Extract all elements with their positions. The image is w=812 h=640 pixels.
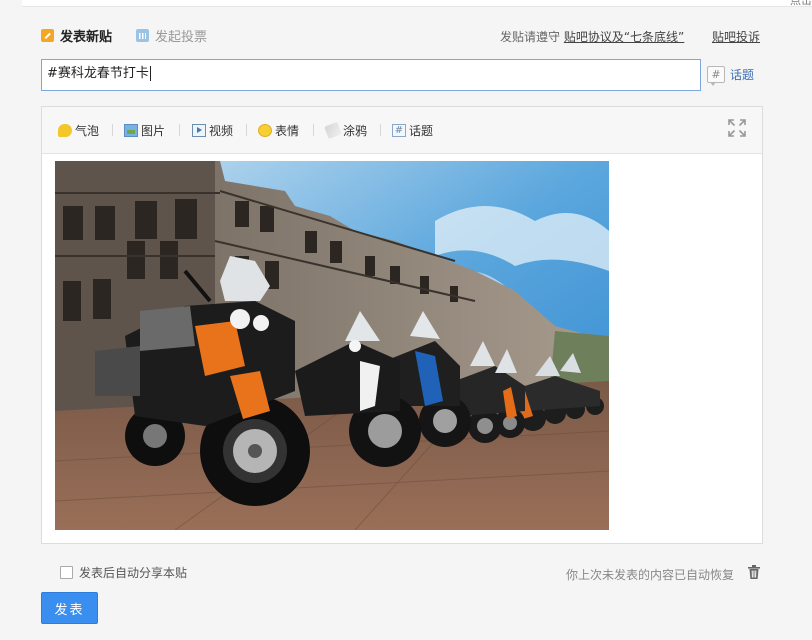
post-editor[interactable]: 气泡 图片 视频 表情 涂鸦 # 话题 (41, 106, 763, 544)
hash-icon: # (707, 66, 725, 86)
toolbar-divider (179, 124, 180, 136)
video-icon (192, 123, 206, 137)
toolbar-divider (112, 124, 113, 136)
toolbar-image[interactable]: 图片 (124, 122, 165, 138)
edit-icon (41, 28, 54, 42)
toolbar-doodle-label: 涂鸦 (343, 123, 368, 138)
toolbar-divider (313, 124, 314, 136)
bar-chart-icon (136, 28, 149, 42)
emoji-icon (258, 123, 272, 137)
toolbar-bubble-label: 气泡 (75, 123, 100, 138)
hash-icon: # (392, 123, 406, 137)
toolbar-video[interactable]: 视频 (192, 122, 233, 138)
title-value-text: #赛科龙春节打卡 (47, 66, 149, 81)
tab-vote-label: 发起投票 (155, 29, 208, 45)
title-input-value: #赛科龙春节打卡 (47, 59, 151, 89)
auto-share-label: 发表后自动分享本贴 (79, 566, 188, 580)
complain-link[interactable]: 贴吧投诉 (712, 28, 760, 45)
image-icon (124, 123, 138, 137)
auto-share-checkbox[interactable] (60, 566, 73, 579)
auto-share-option[interactable]: 发表后自动分享本贴 (60, 564, 187, 581)
tab-vote[interactable]: 发起投票 (136, 26, 208, 45)
toolbar-topic[interactable]: # 话题 (392, 122, 433, 138)
tab-new-post[interactable]: 发表新贴 (41, 26, 113, 45)
toolbar-emoji-label: 表情 (275, 123, 300, 138)
top-edge-text: 点击 (790, 0, 812, 7)
toolbar-image-label: 图片 (141, 123, 166, 138)
toolbar-bubble[interactable]: 气泡 (58, 122, 99, 138)
toolbar-emoji[interactable]: 表情 (258, 122, 299, 138)
toolbar-divider (246, 124, 247, 136)
editor-toolbar: 气泡 图片 视频 表情 涂鸦 # 话题 (42, 107, 762, 154)
submit-button[interactable]: 发表 (41, 592, 98, 624)
restore-notice: 你上次未发表的内容已自动恢复 (566, 568, 735, 582)
rules-prefix: 发贴请遵守 (500, 30, 561, 44)
toolbar-divider (380, 124, 381, 136)
motorcycles-photo (55, 161, 609, 530)
uploaded-photo[interactable] (55, 161, 609, 530)
tab-new-post-label: 发表新贴 (60, 29, 113, 45)
posting-rules: 发贴请遵守 贴吧协议及“七条底线” (500, 28, 684, 45)
rules-link[interactable]: 贴吧协议及“七条底线” (564, 30, 684, 44)
text-caret (149, 66, 151, 81)
bubble-icon (58, 123, 72, 137)
doodle-icon (324, 121, 342, 139)
toolbar-doodle[interactable]: 涂鸦 (324, 121, 368, 139)
trash-icon[interactable] (746, 564, 762, 580)
topic-side-button[interactable]: # 话题 (707, 66, 755, 86)
fullscreen-icon[interactable] (728, 119, 746, 137)
toolbar-video-label: 视频 (209, 123, 234, 138)
top-panel-edge: 点击 (22, 0, 812, 7)
topic-side-label: 话题 (730, 68, 755, 82)
toolbar-topic-label: 话题 (409, 123, 434, 138)
